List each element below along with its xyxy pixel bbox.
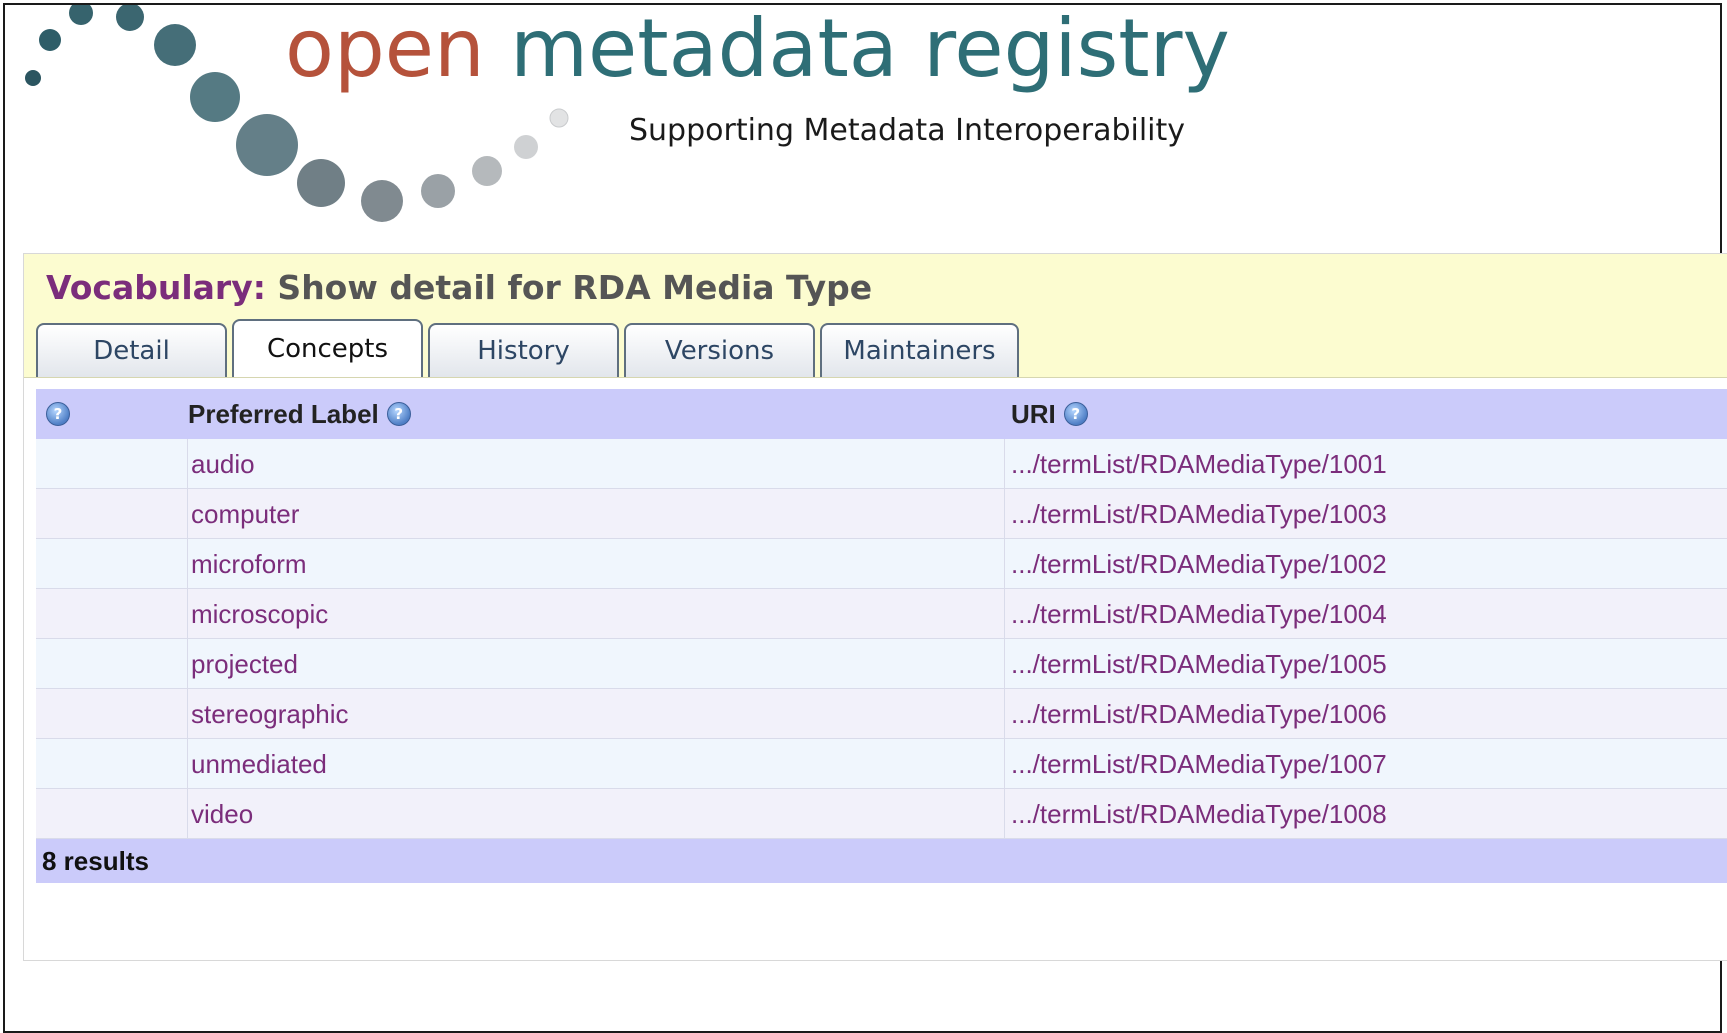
site-logo-title: open metadata registry: [285, 1, 1230, 97]
concept-uri-link[interactable]: .../termList/RDAMediaType/1008: [1011, 789, 1387, 839]
help-icon[interactable]: ?: [1063, 402, 1088, 426]
select-cell: [36, 539, 188, 589]
page-title: Vocabulary: Show detail for RDA Media Ty…: [46, 268, 872, 307]
table-row: projected .../termList/RDAMediaType/1005: [36, 639, 1727, 689]
concept-uri-link[interactable]: .../termList/RDAMediaType/1001: [1011, 439, 1387, 489]
help-icon[interactable]: ?: [46, 402, 70, 426]
column-divider: [1004, 489, 1005, 539]
results-count: 8 results: [36, 839, 1727, 883]
table-header: ? Preferred Label ? URI ?: [36, 389, 1727, 439]
concept-label-link[interactable]: microform: [191, 539, 307, 589]
tab-detail[interactable]: Detail: [36, 323, 227, 377]
select-cell: [36, 789, 188, 839]
site-header: open metadata registry Supporting Metada…: [5, 2, 1720, 245]
table-row: stereographic .../termList/RDAMediaType/…: [36, 689, 1727, 739]
column-divider: [1004, 739, 1005, 789]
concept-uri-link[interactable]: .../termList/RDAMediaType/1003: [1011, 489, 1387, 539]
preferred-label-column-header: Preferred Label ?: [188, 389, 411, 439]
page-title-prefix: Vocabulary:: [46, 268, 266, 307]
select-cell: [36, 489, 188, 539]
select-cell: [36, 739, 188, 789]
concept-label-link[interactable]: video: [191, 789, 253, 839]
preferred-label-header-text[interactable]: Preferred Label: [188, 399, 379, 430]
concept-uri-link[interactable]: .../termList/RDAMediaType/1006: [1011, 689, 1387, 739]
column-divider: [1004, 639, 1005, 689]
tab-maintainers[interactable]: Maintainers: [820, 323, 1019, 377]
concept-uri-link[interactable]: .../termList/RDAMediaType/1007: [1011, 739, 1387, 789]
tab-history[interactable]: History: [428, 323, 619, 377]
table-row: computer .../termList/RDAMediaType/1003: [36, 489, 1727, 539]
uri-header-text[interactable]: URI: [1011, 399, 1056, 430]
table-row: unmediated .../termList/RDAMediaType/100…: [36, 739, 1727, 789]
select-cell: [36, 689, 188, 739]
column-divider: [1004, 589, 1005, 639]
concept-uri-link[interactable]: .../termList/RDAMediaType/1002: [1011, 539, 1387, 589]
concept-label-link[interactable]: computer: [191, 489, 299, 539]
column-divider: [1004, 539, 1005, 589]
uri-column-header: URI ?: [1011, 389, 1088, 439]
site-tagline: Supporting Metadata Interoperability: [629, 113, 1186, 148]
concepts-table: ? Preferred Label ? URI ? audio .../term…: [36, 389, 1727, 883]
page-title-main: Show detail for RDA Media Type: [277, 268, 873, 307]
concept-label-link[interactable]: microscopic: [191, 589, 328, 639]
table-row: video .../termList/RDAMediaType/1008: [36, 789, 1727, 839]
table-row: microform .../termList/RDAMediaType/1002: [36, 539, 1727, 589]
page-frame: open metadata registry Supporting Metada…: [3, 2, 1727, 1033]
select-cell: [36, 639, 188, 689]
select-cell: [36, 439, 188, 489]
help-icon[interactable]: ?: [386, 402, 411, 426]
concept-uri-link[interactable]: .../termList/RDAMediaType/1004: [1011, 589, 1387, 639]
select-column-header: ?: [46, 389, 70, 439]
column-divider: [1004, 439, 1005, 489]
tab-versions[interactable]: Versions: [624, 323, 815, 377]
column-divider: [1004, 689, 1005, 739]
column-divider: [1004, 789, 1005, 839]
select-cell: [36, 589, 188, 639]
title-bar: Vocabulary: Show detail for RDA Media Ty…: [24, 254, 1727, 378]
vocabulary-panel: Vocabulary: Show detail for RDA Media Ty…: [23, 253, 1727, 961]
tab-bar: Detail Concepts History Versions Maintai…: [36, 319, 1024, 377]
table-row: audio .../termList/RDAMediaType/1001: [36, 439, 1727, 489]
concept-label-link[interactable]: audio: [191, 439, 255, 489]
concept-label-link[interactable]: projected: [191, 639, 298, 689]
concept-uri-link[interactable]: .../termList/RDAMediaType/1005: [1011, 639, 1387, 689]
logo-word-metadata-registry: metadata registry: [510, 2, 1230, 95]
concept-label-link[interactable]: unmediated: [191, 739, 327, 789]
concept-label-link[interactable]: stereographic: [191, 689, 349, 739]
table-row: microscopic .../termList/RDAMediaType/10…: [36, 589, 1727, 639]
logo-word-open: open: [285, 2, 485, 95]
tab-concepts[interactable]: Concepts: [232, 319, 423, 377]
